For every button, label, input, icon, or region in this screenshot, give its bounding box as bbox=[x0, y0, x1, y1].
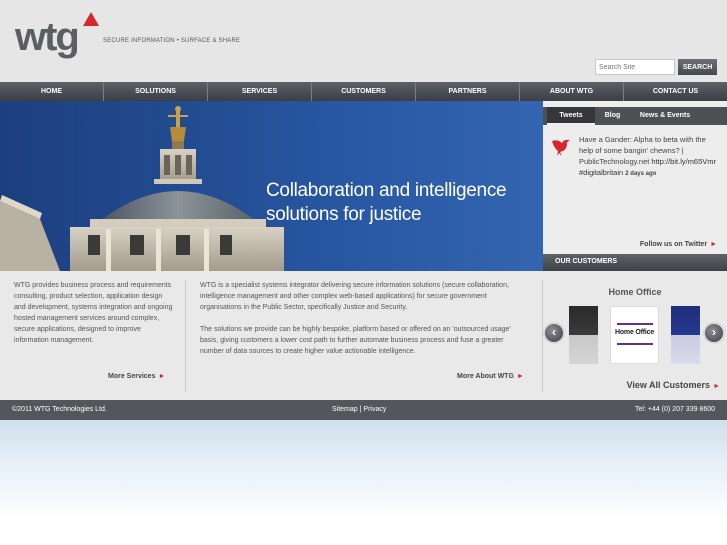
search-input[interactable] bbox=[595, 59, 675, 75]
logo-triangle-icon bbox=[83, 12, 99, 26]
arrow-right-icon: ► bbox=[710, 241, 717, 248]
tweet-age: 2 days ago bbox=[625, 171, 657, 177]
about-text: WTG is a specialist systems integrator d… bbox=[200, 280, 528, 368]
nav-partners[interactable]: PARTNERS bbox=[416, 82, 520, 101]
about-paragraph-2: The solutions we provide can be highly b… bbox=[200, 326, 511, 355]
more-services-label: More Services bbox=[108, 373, 156, 380]
arrow-right-icon: ► bbox=[158, 373, 166, 380]
nav-home[interactable]: HOME bbox=[0, 82, 104, 101]
about-paragraph-1: WTG is a specialist systems integrator d… bbox=[200, 282, 509, 311]
follow-twitter-link[interactable]: Follow us on Twitter ► bbox=[640, 241, 717, 248]
tab-blog[interactable]: Blog bbox=[595, 107, 630, 125]
nav-services[interactable]: SERVICES bbox=[208, 82, 312, 101]
twitter-bird-icon bbox=[552, 139, 570, 156]
more-services-link[interactable]: More Services ► bbox=[108, 373, 165, 380]
tab-tweets[interactable]: Tweets bbox=[547, 107, 595, 125]
our-customers-bar: OUR CUSTOMERS bbox=[543, 254, 727, 271]
footer-separator: | bbox=[359, 406, 362, 413]
nav-customers[interactable]: CUSTOMERS bbox=[312, 82, 416, 101]
footer-links: Sitemap | Privacy bbox=[332, 406, 386, 413]
search-button[interactable]: SEARCH bbox=[678, 59, 717, 75]
wtg-logo[interactable]: wtg bbox=[15, 12, 101, 70]
social-panel: Tweets Blog News & Events Have a Gander:… bbox=[543, 101, 727, 271]
nav-contact[interactable]: CONTACT US bbox=[624, 82, 727, 101]
main-nav: HOME SOLUTIONS SERVICES CUSTOMERS PARTNE… bbox=[0, 82, 727, 101]
hero-title: Collaboration and intelligence solutions… bbox=[266, 180, 507, 225]
nav-about[interactable]: ABOUT WTG bbox=[520, 82, 624, 101]
intro-services-text: WTG provides business process and requir… bbox=[14, 282, 173, 344]
privacy-link[interactable]: Privacy bbox=[363, 406, 386, 413]
footer: ©2011 WTG Technologies Ltd. Sitemap | Pr… bbox=[0, 400, 727, 420]
customer-logo-home-office[interactable]: Home Office bbox=[610, 306, 659, 364]
phone-number: Tel: +44 (0) 207 339 8600 bbox=[635, 406, 715, 413]
logo-text: wtg bbox=[15, 15, 78, 59]
old-bailey-dome-image bbox=[0, 106, 284, 271]
logo-bar bbox=[617, 323, 653, 325]
column-divider bbox=[185, 280, 186, 392]
view-all-customers-link[interactable]: View All Customers ► bbox=[627, 380, 720, 390]
tweet-text: Have a Gander: Alpha to beta with the he… bbox=[579, 134, 719, 180]
customer-logo-police[interactable] bbox=[671, 306, 700, 364]
tab-news-events[interactable]: News & Events bbox=[630, 107, 700, 125]
customer-name: Home Office bbox=[608, 287, 662, 297]
nav-solutions[interactable]: SOLUTIONS bbox=[104, 82, 208, 101]
arrow-right-icon: ► bbox=[713, 383, 720, 390]
more-about-link[interactable]: More About WTG ► bbox=[457, 373, 524, 380]
social-tabs: Tweets Blog News & Events bbox=[543, 107, 727, 125]
home-office-logo-text: Home Office bbox=[614, 329, 655, 336]
sitemap-link[interactable]: Sitemap bbox=[332, 406, 358, 413]
tagline: SECURE INFORMATION • SURFACE & SHARE bbox=[103, 38, 241, 44]
follow-label: Follow us on Twitter bbox=[639, 241, 708, 248]
carousel-next-button[interactable]: › bbox=[703, 322, 725, 344]
logo-bar bbox=[617, 343, 653, 345]
arrow-right-icon: ► bbox=[516, 373, 524, 380]
carousel-prev-button[interactable]: ‹ bbox=[543, 322, 565, 344]
view-all-label: View All Customers bbox=[626, 380, 711, 390]
more-about-label: More About WTG bbox=[457, 373, 514, 380]
copyright: ©2011 WTG Technologies Ltd. bbox=[12, 406, 107, 413]
customer-logo-judiciary[interactable] bbox=[569, 306, 598, 364]
hero-banner: Collaboration and intelligence solutions… bbox=[0, 101, 543, 271]
